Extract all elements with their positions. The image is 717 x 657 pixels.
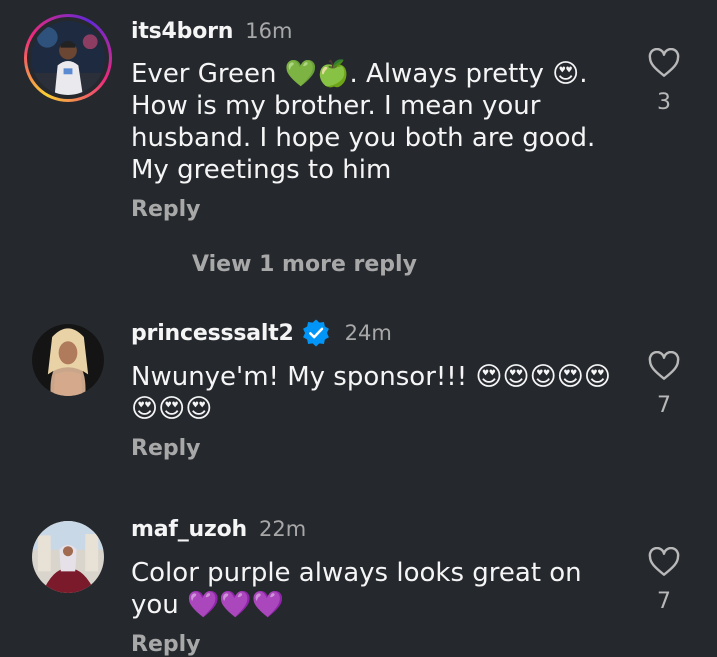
reply-button[interactable]: Reply [131, 632, 201, 657]
comment-username[interactable]: maf_uzoh [131, 517, 247, 542]
avatar-ring-inner [27, 17, 109, 99]
comment-timestamp: 22m [258, 517, 307, 541]
heart-outline-icon[interactable] [648, 351, 680, 381]
like-button[interactable]: 3 [646, 48, 682, 115]
like-count: 3 [657, 90, 671, 115]
comment-timestamp: 24m [344, 321, 392, 345]
avatar-its4born[interactable] [24, 14, 112, 102]
comment-text: Nwunye'm! My sponsor!!! 😍😍😍😍😍😍😍😍 [131, 362, 611, 424]
comment-text: Color purple always looks great on you 💜… [131, 558, 582, 620]
avatar-image [32, 324, 104, 396]
verified-badge-icon [302, 319, 329, 347]
reply-button[interactable]: Reply [131, 197, 201, 222]
like-count: 7 [657, 393, 671, 418]
heart-outline-icon[interactable] [648, 48, 680, 78]
avatar-princesssalt2[interactable] [32, 324, 104, 396]
like-button[interactable]: 7 [646, 547, 682, 614]
comment-username[interactable]: princesssalt2 [131, 321, 294, 346]
like-count: 7 [657, 589, 671, 614]
comment-username[interactable]: its4born [131, 19, 233, 44]
view-more-replies-button[interactable]: View 1 more reply [192, 252, 417, 277]
comment-timestamp: 16m [245, 19, 293, 43]
avatar-image [32, 521, 104, 593]
comment-text: Ever Green 💚🍏. Always pretty 😍. How is m… [131, 59, 596, 185]
avatar-image [31, 21, 105, 95]
reply-button[interactable]: Reply [131, 436, 201, 461]
comment-header: maf_uzoh 22m [131, 514, 306, 544]
heart-outline-icon[interactable] [648, 547, 680, 577]
avatar-maf-uzoh[interactable] [32, 521, 104, 593]
like-button[interactable]: 7 [646, 351, 682, 418]
comment-header: princesssalt2 24m [131, 318, 392, 348]
comment-header: its4born 16m [131, 16, 292, 46]
